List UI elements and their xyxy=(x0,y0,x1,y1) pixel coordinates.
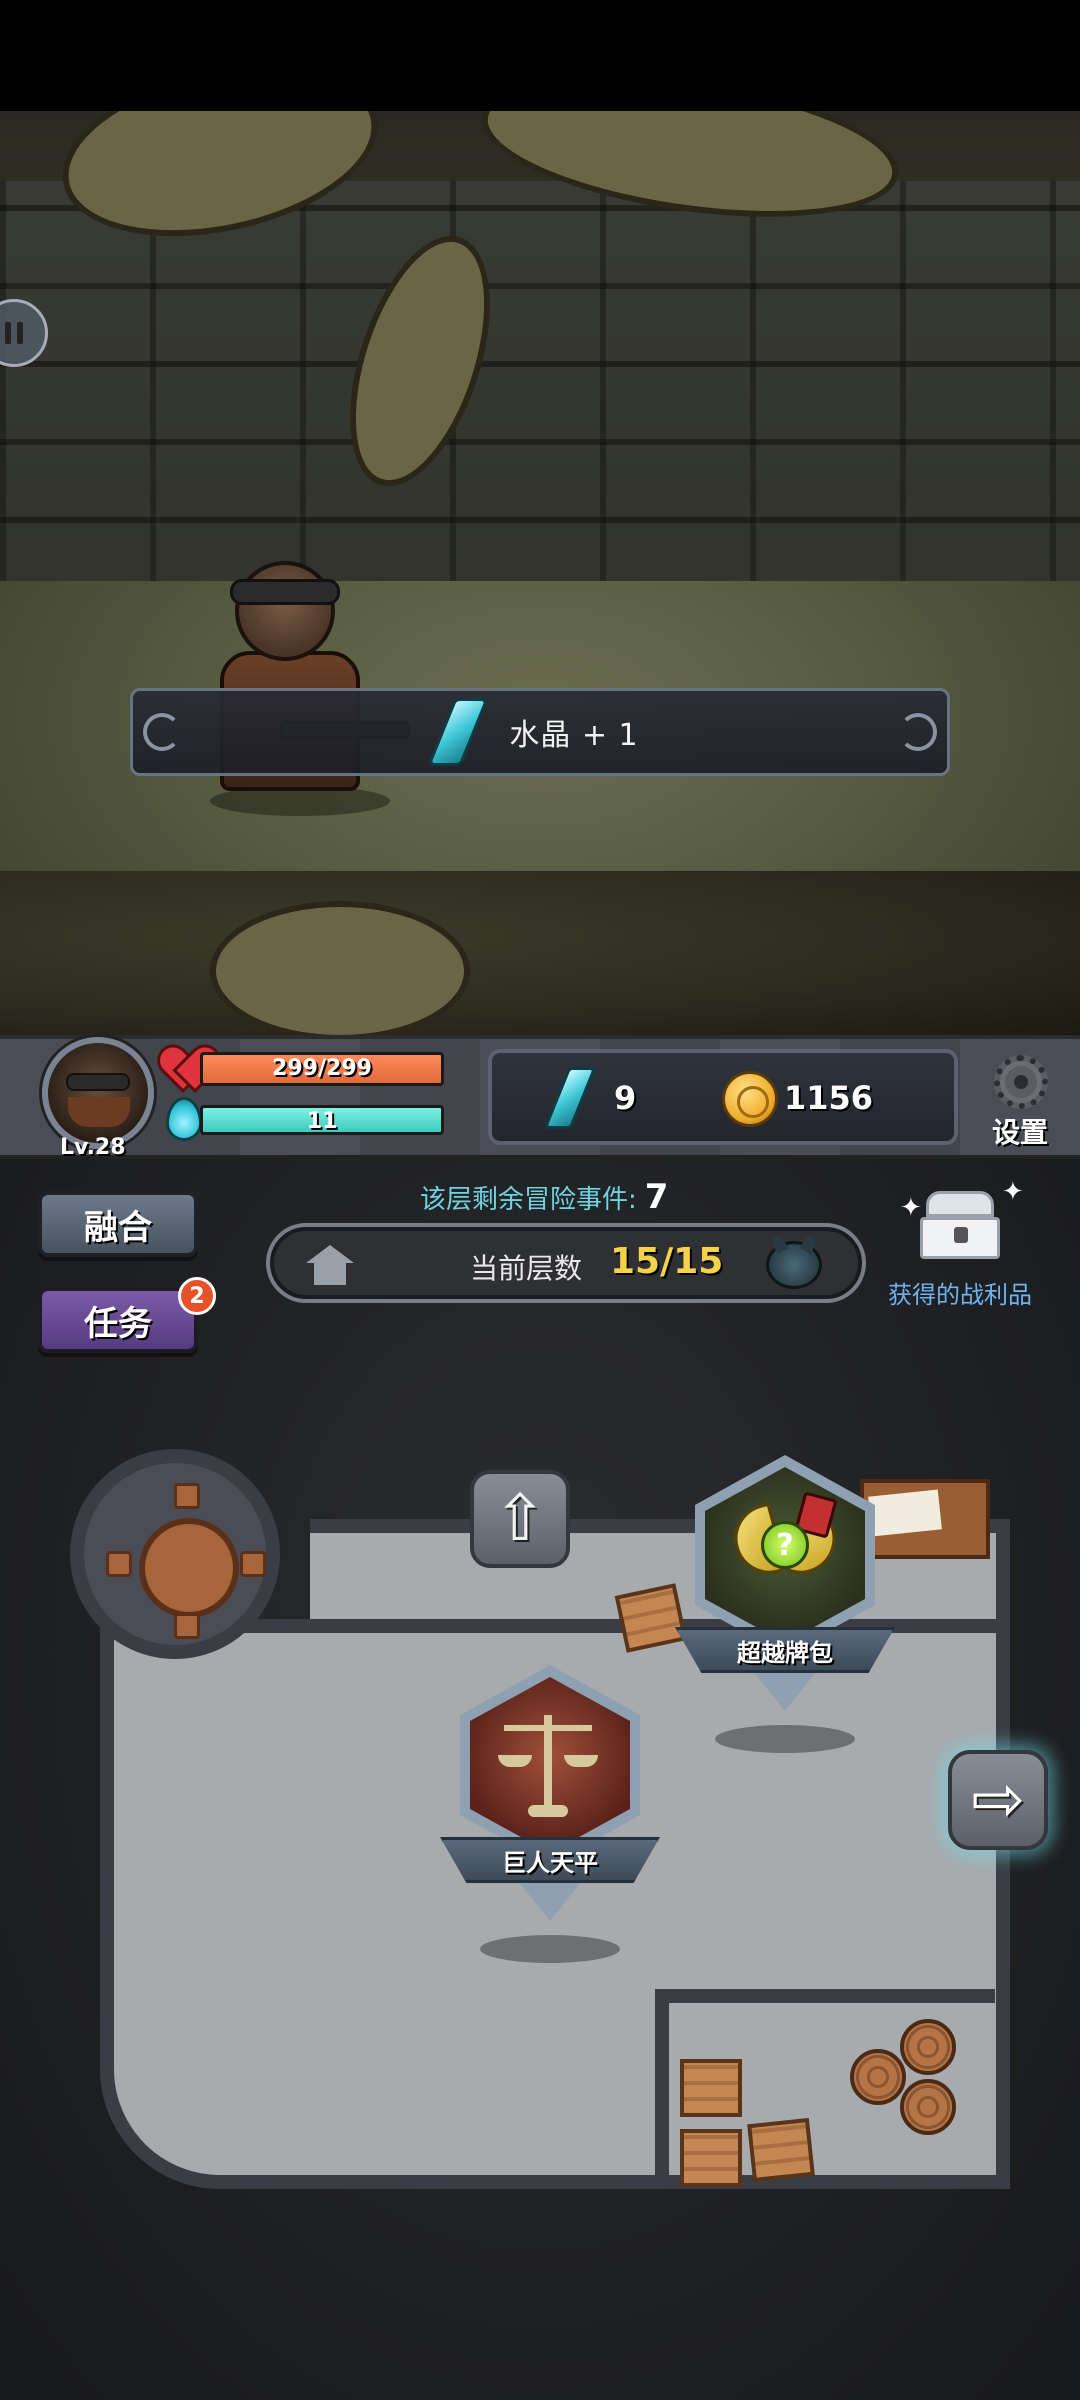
task-button[interactable]: 任务 xyxy=(38,1287,198,1353)
event-node-card-pack[interactable]: ? 超越牌包 xyxy=(675,1455,895,1753)
next-area-button[interactable]: ⇨ xyxy=(948,1750,1048,1850)
arrow-right-icon: ⇨ xyxy=(971,1763,1025,1837)
crate-decoration xyxy=(680,2059,742,2117)
crystal-icon xyxy=(543,1067,597,1129)
crystal-count: 9 xyxy=(614,1079,637,1117)
tentacle-decoration xyxy=(210,901,470,1035)
swirl-ornament-icon xyxy=(899,713,937,751)
scale-icon xyxy=(498,1705,598,1825)
crate-decoration xyxy=(680,2129,742,2187)
event-node-label: 巨人天平 xyxy=(440,1837,660,1883)
remaining-events-label: 该层剩余冒险事件: xyxy=(420,1185,637,1215)
house-icon xyxy=(306,1245,354,1285)
settings-button[interactable]: 设置 xyxy=(972,1055,1068,1155)
top-black-bar xyxy=(0,0,1080,111)
reward-toast: 水晶 + 1 xyxy=(130,688,950,776)
event-node-label: 超越牌包 xyxy=(675,1627,895,1673)
hp-text: 299/299 xyxy=(272,1056,372,1081)
player-avatar[interactable] xyxy=(42,1037,154,1149)
fuse-button[interactable]: 融合 xyxy=(38,1191,198,1257)
task-badge: 2 xyxy=(178,1277,216,1315)
foreground-rocks xyxy=(0,871,1080,1035)
mp-text: 11 xyxy=(306,1109,338,1134)
treasure-chest-icon xyxy=(920,1191,1000,1261)
round-room xyxy=(70,1449,280,1659)
event-node-giant-scale[interactable]: 巨人天平 xyxy=(440,1665,660,1963)
crate-decoration xyxy=(747,2117,815,2183)
dungeon-panel: 融合 任务 2 该层剩余冒险事件: 7 当前层数 15/15 ✦ ✦ 获得的战利品 xyxy=(0,1159,1080,2400)
mana-drop-icon xyxy=(166,1097,202,1141)
gear-icon xyxy=(994,1055,1048,1109)
barrel-decoration xyxy=(900,2079,956,2135)
mp-bar: 11 xyxy=(200,1105,444,1135)
card-pack-icon: ? xyxy=(726,1491,844,1605)
remaining-events: 该层剩余冒险事件: 7 xyxy=(420,1177,668,1217)
floor-label: 当前层数 xyxy=(470,1252,583,1285)
settings-label: 设置 xyxy=(991,1116,1048,1149)
gold-coin-icon xyxy=(722,1071,778,1127)
currency-panel: 9 1156 xyxy=(488,1049,958,1145)
barrel-decoration xyxy=(850,2049,906,2105)
reward-text: 水晶 + 1 xyxy=(509,718,639,753)
sparkle-icon: ✦ xyxy=(1002,1177,1024,1207)
loot-label: 获得的战利品 xyxy=(888,1281,1032,1309)
barrel-decoration xyxy=(900,2019,956,2075)
hp-bar: 299/299 xyxy=(200,1052,444,1086)
arrow-up-icon: ⇧ xyxy=(493,1482,547,1556)
floor-progress-bar: 当前层数 15/15 xyxy=(266,1223,866,1303)
loot-button[interactable]: ✦ ✦ 获得的战利品 xyxy=(880,1177,1040,1309)
sparkle-icon: ✦ xyxy=(900,1193,922,1223)
dungeon-wall xyxy=(0,181,1080,601)
floor-value: 15/15 xyxy=(610,1241,724,1282)
go-up-button[interactable]: ⇧ xyxy=(470,1470,570,1568)
battle-scene: 水晶 + 1 xyxy=(0,111,1080,1035)
player-level: Lv.28 xyxy=(60,1135,126,1160)
boss-icon xyxy=(766,1241,822,1289)
swirl-ornament-icon xyxy=(143,713,181,751)
status-bar: Lv.28 299/299 11 9 1156 设置 xyxy=(0,1035,1080,1160)
table-icon xyxy=(139,1518,239,1618)
remaining-events-count: 7 xyxy=(644,1177,669,1217)
gold-count: 1156 xyxy=(784,1079,874,1117)
crystal-icon xyxy=(427,698,490,766)
